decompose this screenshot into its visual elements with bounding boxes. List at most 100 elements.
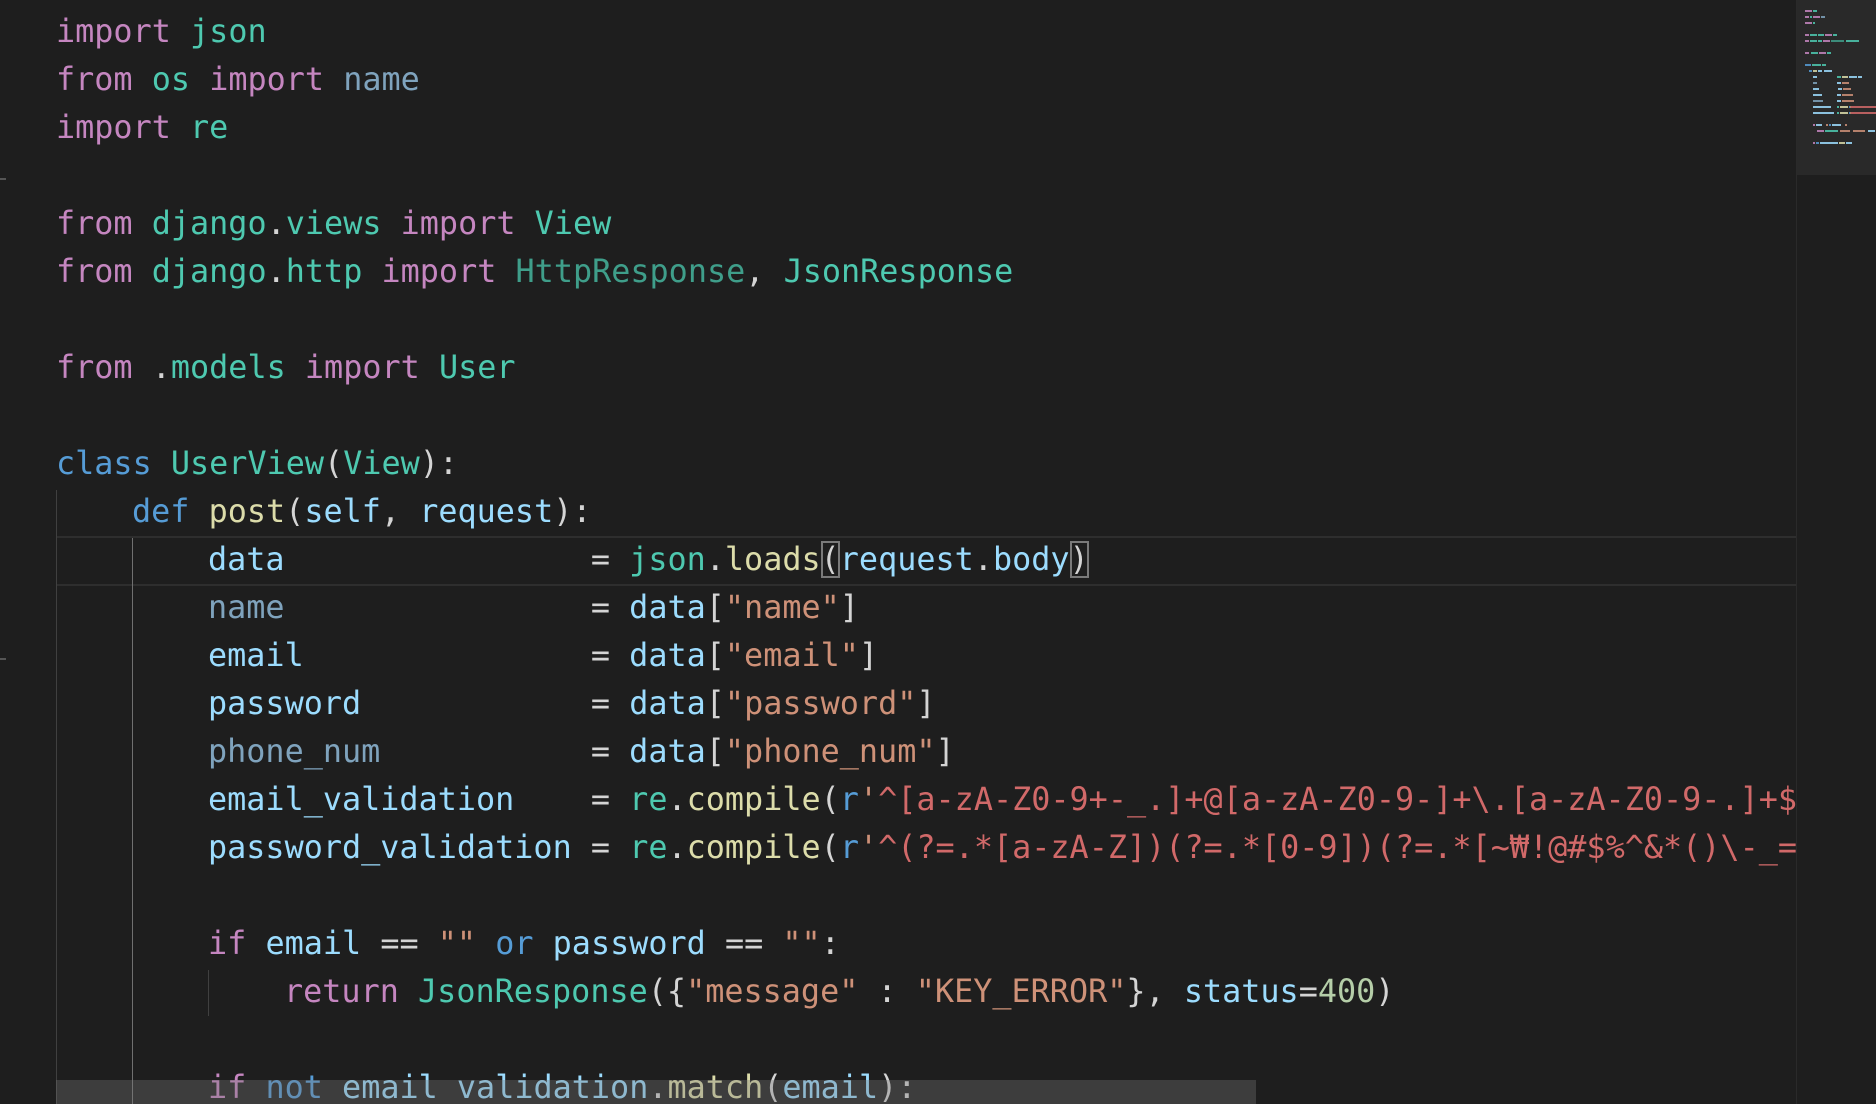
code-line[interactable]: data = json.loads(request.body) xyxy=(208,536,1089,584)
horizontal-scrollbar[interactable] xyxy=(56,1080,1256,1104)
code-token: os xyxy=(151,61,191,98)
minimap-token xyxy=(1813,22,1815,24)
code-token: 400 xyxy=(1317,973,1376,1010)
fold-marker xyxy=(0,178,6,180)
code-line[interactable]: if email == "" or password == "": xyxy=(208,920,840,968)
code-line[interactable]: import json xyxy=(56,8,267,56)
minimap-token xyxy=(1818,34,1824,36)
minimap-token xyxy=(1811,52,1818,54)
minimap-token xyxy=(1837,112,1839,114)
indent-guide-def xyxy=(132,538,133,1104)
minimap-token xyxy=(1845,124,1847,126)
code-line[interactable]: def post(self, request): xyxy=(132,488,592,536)
code-token: . xyxy=(266,205,286,242)
minimap-token xyxy=(1837,106,1839,108)
code-token: from xyxy=(56,253,133,290)
code-token: ] xyxy=(935,733,955,770)
minimap-token xyxy=(1837,100,1841,102)
code-token: . xyxy=(132,349,171,386)
code-line[interactable]: email_validation = re.compile(r'^[a-zA-Z… xyxy=(208,776,1796,824)
code-line[interactable]: import re xyxy=(56,104,228,152)
minimap-token xyxy=(1846,40,1859,42)
code-line[interactable]: from django.views import View xyxy=(56,200,611,248)
code-editor[interactable]: import json from os import name import re f… xyxy=(0,0,1876,1104)
code-line[interactable]: phone_num = data["phone_num"] xyxy=(208,728,955,776)
code-line[interactable]: from os import name xyxy=(56,56,420,104)
code-token: = xyxy=(590,685,630,722)
minimap-token xyxy=(1813,112,1834,114)
code-token: = xyxy=(590,637,630,674)
code-token: post xyxy=(208,493,286,530)
code-line[interactable]: from django.http import HttpResponse, Js… xyxy=(56,248,1013,296)
minimap-token xyxy=(1842,94,1853,96)
minimap-token xyxy=(1805,22,1812,24)
code-token: == xyxy=(361,925,438,962)
code-area[interactable]: import json from os import name import re f… xyxy=(0,0,1796,1104)
minimap-token xyxy=(1817,130,1824,132)
code-token: "phone_num" xyxy=(724,733,936,770)
code-token: = xyxy=(590,781,630,818)
minimap-token xyxy=(1837,82,1841,84)
minimap-token xyxy=(1858,76,1862,78)
code-token: , xyxy=(380,493,420,530)
minimap-token xyxy=(1840,130,1850,132)
code-token: "" xyxy=(782,925,821,962)
code-token: import xyxy=(304,349,420,386)
code-token: name xyxy=(208,589,285,626)
minimap-slider[interactable] xyxy=(1797,0,1876,175)
code-token: request xyxy=(839,541,974,578)
code-token: re xyxy=(629,781,668,818)
code-token: ( xyxy=(820,781,840,818)
code-token: ] xyxy=(839,589,859,626)
code-line[interactable]: class UserView(View): xyxy=(56,440,458,488)
minimap[interactable] xyxy=(1796,0,1876,1104)
code-token: email_validation xyxy=(208,781,515,818)
code-token: from xyxy=(56,61,133,98)
code-line[interactable]: password = data["password"] xyxy=(208,680,936,728)
code-token: [ xyxy=(705,733,725,770)
code-line[interactable]: from .models import User xyxy=(56,344,516,392)
code-line[interactable]: return JsonResponse({"message" : "KEY_ER… xyxy=(284,968,1394,1016)
code-token: ' xyxy=(858,781,879,818)
minimap-token xyxy=(1819,52,1826,54)
code-token: body xyxy=(992,541,1070,578)
minimap-token xyxy=(1805,16,1809,18)
code-line[interactable]: name = data["name"] xyxy=(208,584,859,632)
code-token: import xyxy=(56,13,171,50)
code-token: . xyxy=(973,541,993,578)
code-token: re xyxy=(190,109,229,146)
minimap-token xyxy=(1813,82,1817,84)
code-token: ): xyxy=(553,493,592,530)
code-token: email xyxy=(208,637,304,674)
minimap-token xyxy=(1831,40,1844,42)
code-token: : xyxy=(858,973,916,1010)
minimap-token xyxy=(1868,130,1875,132)
code-token: ^(?=.*[a-zA-Z])(?=.*[0-9])(?=.*[~₩!@#$%^… xyxy=(878,829,1796,866)
code-token: def xyxy=(132,493,190,530)
minimap-token xyxy=(1820,142,1838,144)
minimap-token xyxy=(1810,16,1812,18)
code-token: or xyxy=(495,925,534,962)
code-token: self xyxy=(304,493,381,530)
indent-guide-class xyxy=(56,490,57,1104)
minimap-token xyxy=(1805,52,1809,54)
code-token: request xyxy=(419,493,554,530)
minimap-token xyxy=(1818,70,1822,72)
code-line[interactable]: email = data["email"] xyxy=(208,632,878,680)
code-token: "message" xyxy=(686,973,859,1010)
code-line[interactable]: password_validation = re.compile(r'^(?=.… xyxy=(208,824,1796,872)
minimap-token xyxy=(1824,70,1832,72)
minimap-token xyxy=(1816,124,1822,126)
code-token: return xyxy=(284,973,399,1010)
